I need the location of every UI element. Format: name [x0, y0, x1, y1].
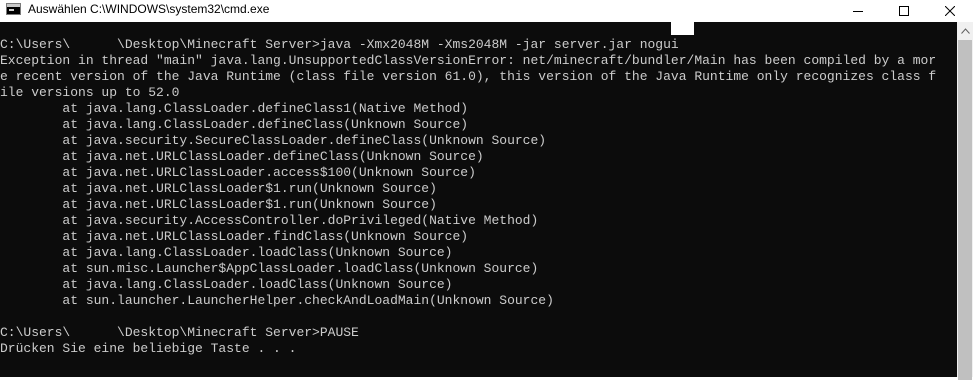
- console-line: at java.net.URLClassLoader$1.run(Unknown…: [0, 197, 437, 212]
- console-line: Exception in thread "main" java.lang.Uns…: [0, 53, 937, 68]
- console-line: at java.net.URLClassLoader.defineClass(U…: [0, 149, 484, 164]
- console-output[interactable]: C:\Users\ \Desktop\Minecraft Server>java…: [0, 22, 957, 377]
- maximize-button[interactable]: [881, 0, 927, 22]
- vertical-scrollbar[interactable]: [957, 22, 973, 380]
- maximize-icon: [899, 6, 909, 16]
- console-line: Drücken Sie eine beliebige Taste . . .: [0, 341, 297, 356]
- console-line: ile versions up to 52.0: [0, 85, 180, 100]
- console-line: at sun.launcher.LauncherHelper.checkAndL…: [0, 293, 554, 308]
- scroll-up-button[interactable]: [957, 22, 973, 39]
- console-line: at sun.misc.Launcher$AppClassLoader.load…: [0, 261, 539, 276]
- console-line: at java.lang.ClassLoader.loadClass(Unkno…: [0, 245, 453, 260]
- console-line: at java.lang.ClassLoader.defineClass(Unk…: [0, 117, 469, 132]
- console-text[interactable]: C:\Users\ \Desktop\Minecraft Server>java…: [0, 37, 936, 357]
- console-line: at java.lang.ClassLoader.loadClass(Unkno…: [0, 277, 453, 292]
- console-line: C:\Users\ \Desktop\Minecraft Server>java…: [0, 37, 679, 52]
- console-line: at java.security.SecureClassLoader.defin…: [0, 133, 547, 148]
- minimize-icon: [853, 11, 863, 12]
- close-button[interactable]: [927, 0, 973, 22]
- minimize-button[interactable]: [835, 0, 881, 22]
- console-line: at java.net.URLClassLoader.findClass(Unk…: [0, 229, 469, 244]
- cmd-icon[interactable]: [6, 3, 21, 15]
- console-line: at java.net.URLClassLoader.access$100(Un…: [0, 165, 476, 180]
- selection-cursor: [671, 22, 694, 35]
- close-icon: [945, 6, 955, 16]
- window-title: Auswählen C:\WINDOWS\system32\cmd.exe: [28, 2, 270, 16]
- console-line: C:\Users\ \Desktop\Minecraft Server>PAUS…: [0, 325, 359, 340]
- console-line: at java.lang.ClassLoader.defineClass1(Na…: [0, 101, 469, 116]
- title-bar[interactable]: Auswählen C:\WINDOWS\system32\cmd.exe: [0, 0, 973, 22]
- console-line: at java.net.URLClassLoader$1.run(Unknown…: [0, 181, 437, 196]
- chevron-up-icon: [960, 27, 970, 34]
- scroll-thumb[interactable]: [958, 40, 972, 380]
- console-line: at java.security.AccessController.doPriv…: [0, 213, 539, 228]
- console-line: e recent version of the Java Runtime (cl…: [0, 69, 937, 84]
